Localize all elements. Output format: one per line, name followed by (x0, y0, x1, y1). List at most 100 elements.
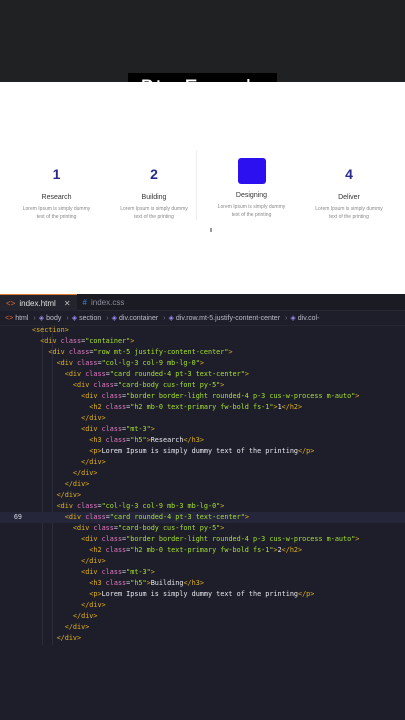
html-icon: <> (5, 314, 14, 322)
breadcrumb-item[interactable]: div.col- (298, 315, 320, 322)
process-card: 1 Research Lorem Ipsum is simply dummy tex… (8, 162, 105, 221)
mouse-cursor (210, 228, 215, 232)
code-line[interactable]: <p>Lorem Ipsum is simply dummy text of t… (0, 446, 405, 457)
code-text: <div class="mt-3"> (81, 568, 155, 576)
code-line[interactable]: <h2 class="h2 mb-0 text-primary fw-bold … (0, 545, 405, 556)
card-title: Building (141, 194, 167, 201)
code-line[interactable]: </div> (0, 490, 405, 501)
code-line[interactable]: <div class="card rounded-4 pt-3 text-cen… (0, 369, 405, 380)
code-text: <div class="card-body cus-font py-5"> (72, 524, 225, 532)
code-line[interactable]: <section> (0, 325, 405, 336)
code-line[interactable]: <div class="card-body cus-font py-5"> (0, 523, 405, 534)
code-line[interactable]: <div class="mt-3"> (0, 567, 405, 578)
element-icon: ◈ (168, 315, 174, 322)
process-cards: 1 Research Lorem Ipsum is simply dummy tex… (8, 158, 398, 222)
code-line[interactable]: </div> (0, 413, 405, 424)
code-text: <div class="col-lg-3 col-9 mb-3 mb-lg-0"… (56, 502, 225, 510)
code-line[interactable]: <div class="container"> (0, 336, 405, 347)
card-description: Lorem Ipsum is simply dummy text of the … (120, 206, 188, 220)
code-text: </div> (64, 623, 90, 631)
code-line[interactable]: <div class="col-lg-3 col-9 mb-lg-0"> (0, 358, 405, 369)
code-area[interactable]: <section> <div class="container"> <div c… (0, 325, 405, 644)
breadcrumb-item[interactable]: div.container (119, 315, 158, 322)
tab-index-css[interactable]: # index.css (77, 294, 131, 310)
breadcrumb-item[interactable]: body (46, 315, 61, 322)
code-line[interactable]: </div> (0, 556, 405, 567)
process-card: Designing Lorem Ipsum is simply dummy tex… (203, 158, 300, 219)
element-icon: ◈ (290, 315, 296, 322)
code-text: </div> (81, 557, 106, 565)
card-number: 2 (150, 166, 158, 182)
code-line[interactable]: </div> (0, 468, 405, 479)
card-number: 4 (345, 166, 353, 182)
element-icon: ◈ (111, 315, 117, 322)
code-text: <h2 class="h2 mb-0 text-primary fw-bold … (89, 546, 303, 554)
code-text: <div class="card rounded-4 pt-3 text-cen… (64, 370, 249, 378)
code-line[interactable]: <div class="border border-light rounded-… (0, 391, 405, 402)
code-text: </div> (64, 480, 90, 488)
code-line[interactable]: <div class="border border-light rounded-… (0, 534, 405, 545)
code-line[interactable]: <div class="mt-3"> (0, 424, 405, 435)
card-description: Lorem Ipsum is simply dummy text of the … (315, 206, 383, 220)
code-text: </div> (56, 634, 82, 642)
code-line[interactable]: <h3 class="h5">Research</h3> (0, 435, 405, 446)
card-number: 1 (52, 166, 61, 182)
code-text: <h3 class="h5">Building</h3> (89, 579, 204, 587)
code-text: <div class="col-lg-3 col-9 mb-lg-0"> (56, 359, 204, 367)
top-dark-bar (0, 0, 405, 82)
hover-number-box (237, 158, 266, 184)
breadcrumb-item[interactable]: div.row.mt-5.justify-content-center (176, 315, 280, 322)
code-line[interactable]: <div class="card-body cus-font py-5"> (0, 380, 405, 391)
tab-label: index.css (90, 297, 125, 307)
code-text: </div> (81, 414, 106, 422)
code-text: <section> (32, 326, 69, 334)
code-line[interactable]: 69 <div class="card rounded-4 pt-3 text-… (0, 512, 405, 523)
code-line[interactable]: </div> (0, 633, 405, 644)
chevron-right-icon: › (163, 314, 166, 322)
code-text: <h2 class="h2 mb-0 text-primary fw-bold … (89, 403, 303, 411)
code-text: <div class="row mt-5 justify-content-cen… (48, 348, 233, 356)
code-text: <p>Lorem Ipsum is simply dummy text of t… (89, 447, 315, 455)
tab-label: index.html (19, 298, 56, 308)
code-text: <div class="border border-light rounded-… (81, 392, 360, 400)
breadcrumb-item[interactable]: html (15, 315, 28, 322)
code-line[interactable]: </div> (0, 479, 405, 490)
code-editor: <> index.html ✕ # index.css <> html › ◈ body… (0, 294, 405, 720)
chevron-right-icon: › (33, 314, 36, 322)
code-text: </div> (72, 469, 98, 477)
code-line[interactable]: <h2 class="h2 mb-0 text-primary fw-bold … (0, 402, 405, 413)
code-text: <div class="card-body cus-font py-5"> (72, 381, 225, 389)
browser-preview: 1 Research Lorem Ipsum is simply dummy tex… (0, 82, 405, 294)
element-icon: ◈ (38, 315, 45, 322)
code-line[interactable]: <p>Lorem Ipsum is simply dummy text of t… (0, 589, 405, 600)
html-icon: <> (6, 298, 16, 308)
process-card: 4 Deliver Lorem Ipsum is simply dummy text… (301, 162, 398, 221)
breadcrumb-item[interactable]: section (79, 315, 101, 322)
css-icon: # (82, 297, 87, 307)
element-icon: ◈ (71, 315, 78, 322)
card-title: Deliver (338, 194, 360, 201)
close-icon[interactable]: ✕ (64, 299, 71, 308)
code-line[interactable]: <div class="row mt-5 justify-content-cen… (0, 347, 405, 358)
card-title: Designing (235, 192, 268, 199)
code-text: </div> (72, 612, 98, 620)
chevron-right-icon: › (285, 314, 288, 322)
code-line[interactable]: <div class="col-lg-3 col-9 mb-3 mb-lg-0"… (0, 501, 405, 512)
card-description: Lorem Ipsum is simply dummy text of the … (217, 204, 286, 218)
code-line[interactable]: </div> (0, 457, 405, 468)
code-text: </div> (81, 458, 106, 466)
code-line[interactable]: <h3 class="h5">Building</h3> (0, 578, 405, 589)
code-text: <div class="card rounded-4 pt-3 text-cen… (64, 513, 249, 521)
chevron-right-icon: › (66, 314, 69, 322)
code-text: </div> (56, 491, 82, 499)
tab-index-html[interactable]: <> index.html ✕ (0, 294, 77, 311)
code-text: <div class="container"> (40, 337, 135, 345)
line-number: 69 (13, 513, 22, 521)
code-text: <h3 class="h5">Research</h3> (89, 436, 204, 444)
code-line[interactable]: </div> (0, 600, 405, 611)
breadcrumb: <> html › ◈ body › ◈ section › ◈ div.container › ◈ di… (0, 311, 405, 326)
code-line[interactable]: </div> (0, 611, 405, 622)
code-text: <div class="mt-3"> (81, 425, 155, 433)
card-title: Research (41, 194, 72, 201)
code-line[interactable]: </div> (0, 622, 405, 633)
